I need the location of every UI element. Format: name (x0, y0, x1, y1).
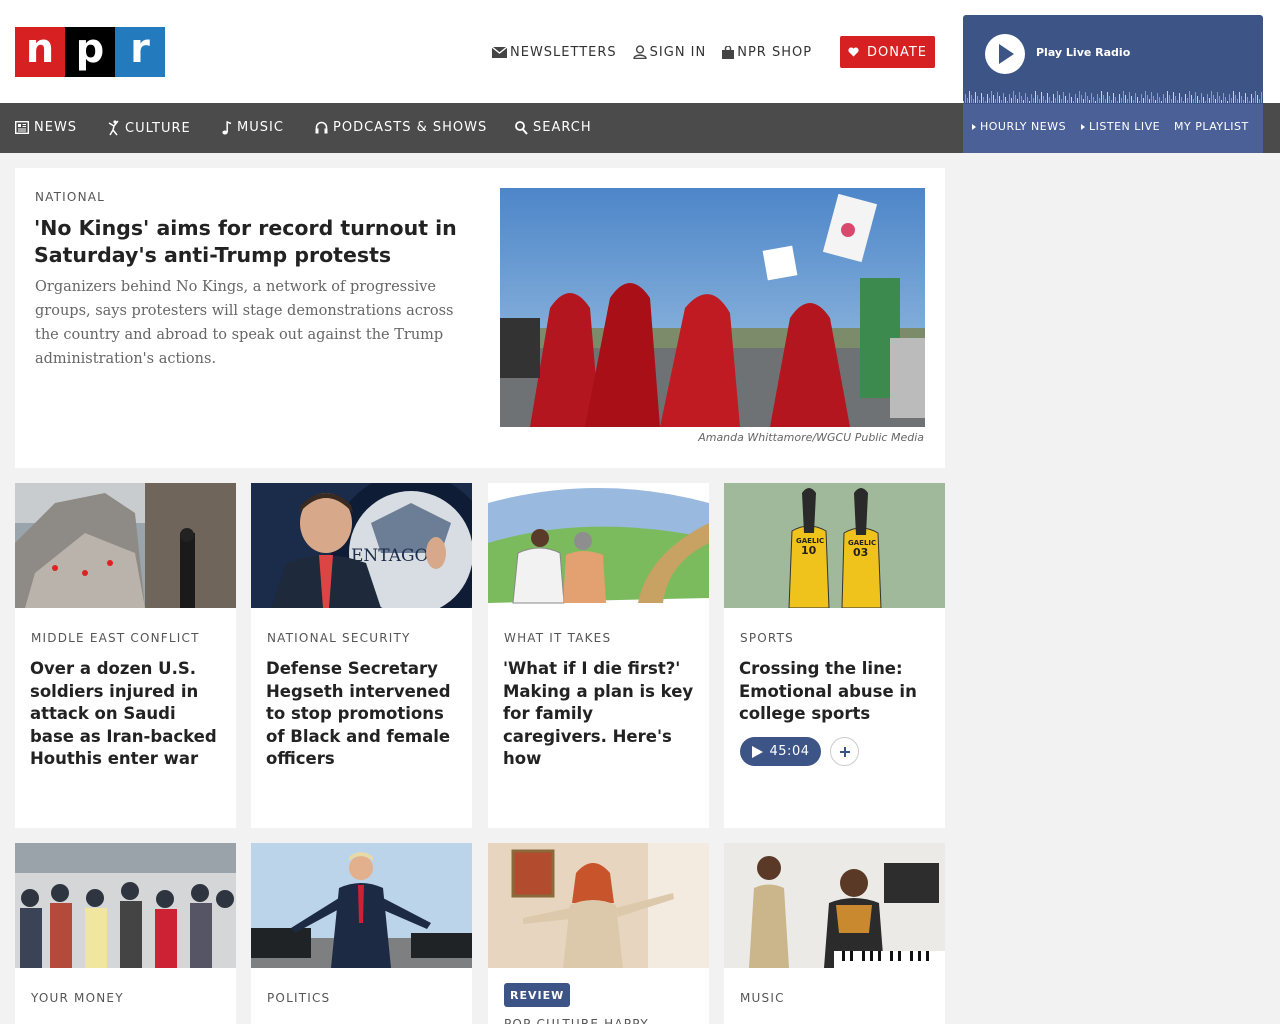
story-card-image[interactable]: GAELIC 10 GAELIC 03 (724, 483, 945, 608)
logo-letter-p: p (65, 27, 115, 77)
story-card-image[interactable] (15, 843, 236, 968)
play-live-radio-button[interactable] (985, 34, 1025, 74)
jersey-number-text: 10 (801, 544, 817, 557)
npr-shop-link[interactable]: NPR SHOP (722, 45, 812, 60)
story-card-image[interactable] (488, 483, 709, 608)
headphones-icon (315, 121, 328, 134)
play-icon (999, 44, 1014, 64)
live-radio-player: Play Live Radio HOURLY NEWS LISTEN LIVE … (963, 15, 1263, 153)
player-title[interactable]: Play Live Radio (1036, 46, 1130, 59)
listen-live-label: LISTEN LIVE (1089, 120, 1161, 133)
story-card-slug[interactable]: POLITICS (267, 991, 330, 1005)
nav-music-label: MUSIC (237, 120, 284, 135)
add-to-playlist-button[interactable] (830, 737, 859, 766)
newspaper-icon (15, 121, 29, 134)
play-audio-button[interactable]: 45:04 (740, 737, 821, 766)
hourly-news-link[interactable]: HOURLY NEWS (972, 120, 1066, 133)
story-card-image[interactable] (15, 483, 236, 608)
waveform-graphic (963, 91, 1262, 103)
nav-podcasts-label: PODCASTS & SHOWS (333, 120, 488, 135)
nav-item-search[interactable]: SEARCH (515, 120, 592, 135)
story-card: MUSIC (724, 843, 945, 1024)
my-playlist-link[interactable]: MY PLAYLIST (1174, 120, 1249, 133)
nav-item-news[interactable]: NEWS (15, 120, 77, 135)
heart-icon (848, 47, 859, 57)
story-card-slug[interactable]: MIDDLE EAST CONFLICT (31, 631, 200, 645)
story-card-slug[interactable]: MUSIC (740, 991, 785, 1005)
donate-label: DONATE (866, 44, 927, 60)
user-icon (632, 45, 647, 59)
newsletters-label: NEWSLETTERS (510, 44, 617, 60)
search-icon (515, 120, 528, 135)
my-playlist-label: MY PLAYLIST (1174, 120, 1249, 133)
featured-teaser[interactable]: Organizers behind No Kings, a network of… (35, 275, 475, 371)
story-card-slug[interactable]: NATIONAL SECURITY (267, 631, 411, 645)
nav-item-podcasts-shows[interactable]: PODCASTS & SHOWS (315, 120, 487, 135)
review-badge[interactable]: REVIEW (504, 983, 571, 1007)
featured-story: NATIONAL 'No Kings' aims for record turn… (15, 168, 945, 468)
audio-duration: 45:04 (769, 744, 810, 759)
plus-icon (839, 746, 850, 757)
story-card: GAELIC 10 GAELIC 03 SPORTS Crossing the … (724, 483, 945, 828)
story-card: YOUR MONEY (15, 843, 236, 1024)
story-card-slug[interactable]: SPORTS (740, 631, 794, 645)
logo-letter-r: r (115, 27, 165, 77)
music-note-icon (222, 120, 232, 134)
story-card-image[interactable]: ENTAGON (251, 483, 472, 608)
story-card-image[interactable] (488, 843, 709, 968)
featured-title[interactable]: 'No Kings' aims for record turnout in Sa… (34, 215, 474, 269)
story-card: WHAT IT TAKES 'What if I die first?' Mak… (488, 483, 709, 828)
hourly-news-label: HOURLY NEWS (980, 120, 1067, 133)
jersey-number-text: 03 (853, 546, 868, 559)
triangle-right-icon (972, 123, 976, 130)
story-card-slug[interactable]: POP CULTURE HAPPY (504, 1017, 649, 1024)
dancer-icon (108, 120, 119, 136)
story-card-title[interactable]: 'What if I die first?' Making a plan is … (503, 658, 698, 771)
logo-letter-n: n (15, 27, 65, 77)
utility-nav: NEWSLETTERS SIGN IN NPR SHOP (492, 43, 828, 61)
featured-slug[interactable]: NATIONAL (35, 190, 105, 204)
story-card: MIDDLE EAST CONFLICT Over a dozen U.S. s… (15, 483, 236, 828)
story-card-image[interactable] (251, 843, 472, 968)
story-card-image[interactable] (724, 843, 945, 968)
featured-image[interactable] (500, 188, 925, 427)
story-card-slug[interactable]: WHAT IT TAKES (504, 631, 611, 645)
nav-item-music[interactable]: MUSIC (222, 120, 284, 135)
nav-news-label: NEWS (34, 120, 78, 135)
story-card: ENTAGON NATIONAL SECURITY Defense Secret… (251, 483, 472, 828)
right-rail (963, 153, 1263, 1024)
story-card-title[interactable]: Defense Secretary Hegseth intervened to … (266, 658, 461, 771)
story-card: REVIEW POP CULTURE HAPPY (488, 843, 709, 1024)
newsletters-link[interactable]: NEWSLETTERS (492, 45, 617, 60)
story-card-slug[interactable]: YOUR MONEY (31, 991, 124, 1005)
listen-live-link[interactable]: LISTEN LIVE (1081, 120, 1160, 133)
story-card-title[interactable]: Over a dozen U.S. soldiers injured in at… (30, 658, 225, 771)
nav-item-culture[interactable]: CULTURE (108, 120, 191, 136)
sign-in-label: SIGN IN (649, 44, 707, 60)
nav-culture-label: CULTURE (125, 120, 191, 136)
play-icon (751, 745, 763, 758)
sign-in-link[interactable]: SIGN IN (632, 44, 707, 60)
audio-controls: 45:04 (740, 737, 859, 766)
player-links: HOURLY NEWS LISTEN LIVE MY PLAYLIST (963, 104, 1263, 153)
nav-search-label: SEARCH (533, 120, 592, 135)
npr-logo[interactable]: n p r (15, 27, 165, 77)
donate-button[interactable]: DONATE (840, 36, 935, 68)
npr-shop-label: NPR SHOP (737, 44, 813, 60)
shopping-bag-icon (722, 45, 735, 59)
story-card-title[interactable]: Crossing the line: Emotional abuse in co… (739, 658, 934, 726)
triangle-right-icon (1081, 123, 1085, 130)
envelope-icon (492, 46, 507, 58)
featured-image-credit: Amanda Whittamore/WGCU Public Media (698, 431, 924, 444)
story-card: POLITICS (251, 843, 472, 1024)
